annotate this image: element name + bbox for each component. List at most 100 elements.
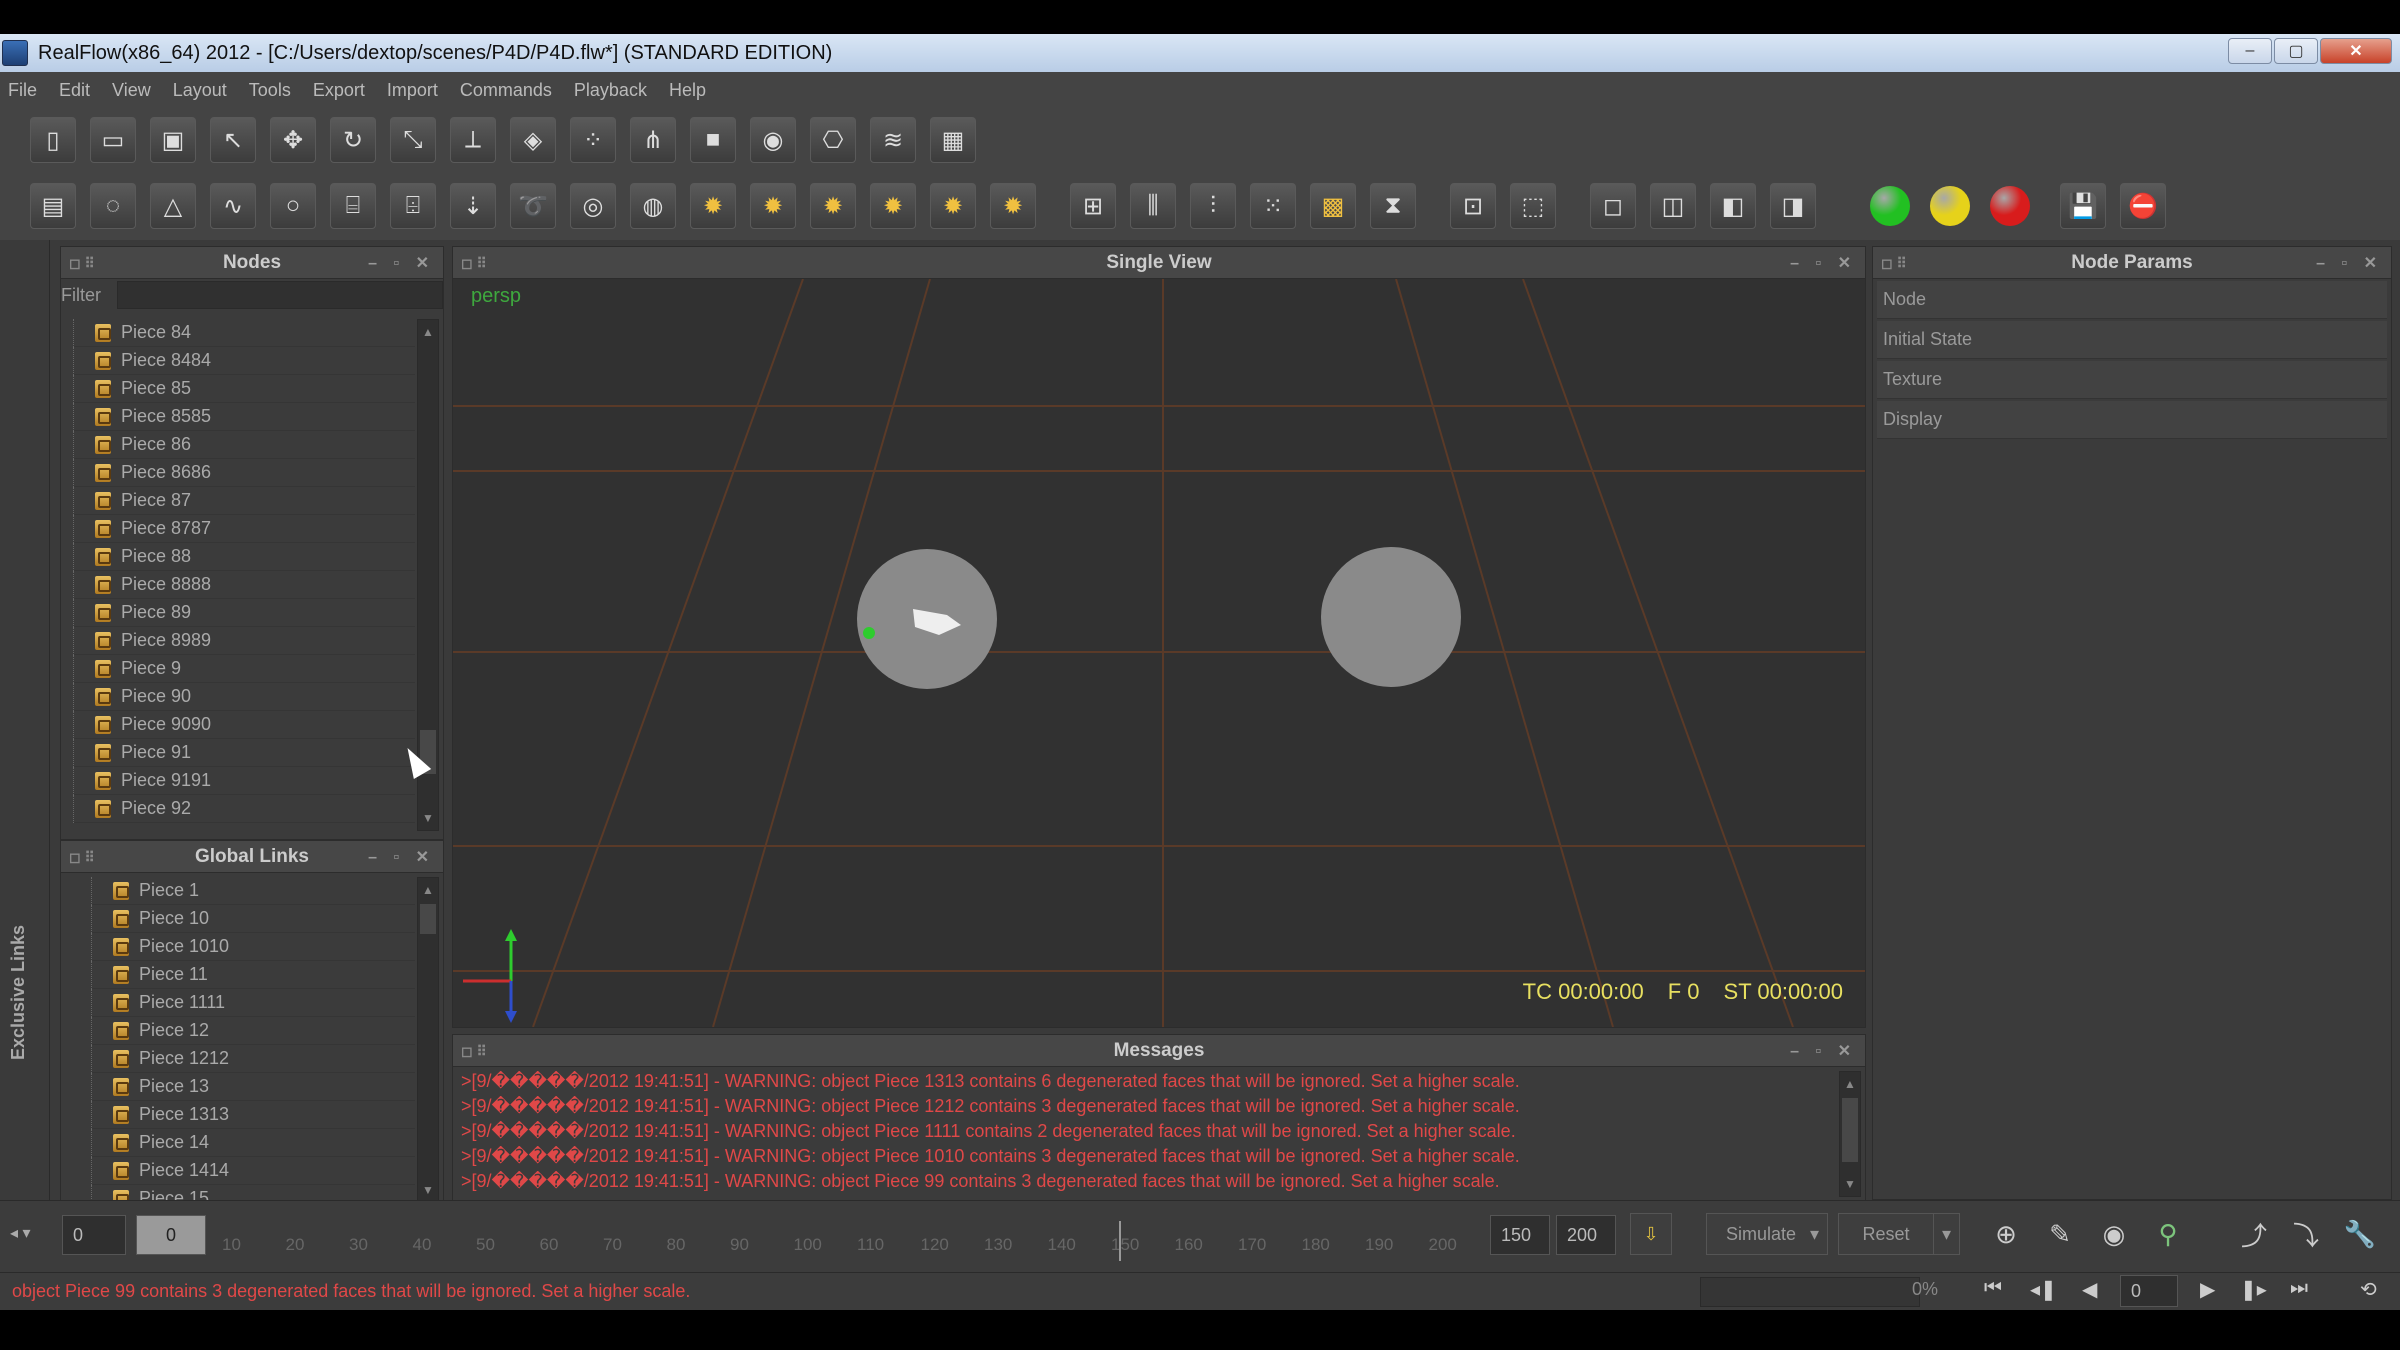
scroll-down-icon[interactable]: ▼	[418, 808, 438, 828]
list-item[interactable]: Piece 92	[73, 794, 415, 823]
list-item[interactable]: Piece 8484	[73, 346, 415, 375]
light-2-icon[interactable]: ✹	[750, 183, 796, 229]
panel-window-icons[interactable]: – ▫ ✕	[2316, 253, 2383, 273]
eye-icon[interactable]: ◉	[2094, 1213, 2134, 1255]
scale-icon[interactable]: ⤡	[390, 117, 436, 163]
save-cache-icon[interactable]: 💾	[2060, 183, 2106, 229]
step-forward-icon[interactable]: ❚▸	[2240, 1277, 2267, 1302]
wave-domain-icon[interactable]: ⫼	[1130, 183, 1176, 229]
light-6-icon[interactable]: ✹	[990, 183, 1036, 229]
panel-pin-icon[interactable]: ◻ ⠿	[69, 255, 95, 272]
object-cube-icon[interactable]: ■	[690, 117, 736, 163]
particles-icon[interactable]: ⁘	[570, 117, 616, 163]
timeline-ruler[interactable]: 10 20 30 40 50 60 70 80 90 100 110 120 130 140 150 160 1…	[220, 1213, 1480, 1261]
timeline-menu-icon[interactable]: ◂ ▾	[10, 1223, 31, 1243]
frame-icon[interactable]: ⊡	[1450, 183, 1496, 229]
emitter-circle-icon[interactable]: ◌	[90, 183, 136, 229]
section-initial-state[interactable]: Initial State	[1877, 321, 2387, 359]
sphere-object-right[interactable]	[1321, 547, 1461, 687]
list-item[interactable]: Piece 8888	[73, 570, 415, 599]
light-1-icon[interactable]: ✹	[690, 183, 736, 229]
simulate-green-light[interactable]	[1870, 186, 1910, 226]
menu-export[interactable]: Export	[313, 80, 365, 101]
panel-pin-icon[interactable]: ◻ ⠿	[1881, 255, 1907, 272]
list-item[interactable]: Piece 87	[73, 486, 415, 515]
list-item[interactable]: Piece 11	[91, 960, 415, 989]
list-item[interactable]: Piece 9	[73, 654, 415, 683]
dots-icon[interactable]: ⁙	[1250, 183, 1296, 229]
play-forward-icon[interactable]: ▶	[2200, 1277, 2215, 1302]
exclusive-links-strip[interactable]: Exclusive Links	[0, 240, 50, 1200]
menu-file[interactable]: File	[8, 80, 37, 101]
loop-icon[interactable]: ⟲	[2360, 1277, 2377, 1302]
save-scene-icon[interactable]: ▣	[150, 117, 196, 163]
new-scene-icon[interactable]: ▯	[30, 117, 76, 163]
menu-edit[interactable]: Edit	[59, 80, 90, 101]
wrench-icon[interactable]: 🔧	[2340, 1213, 2380, 1255]
menu-playback[interactable]: Playback	[574, 80, 647, 101]
list-item[interactable]: Piece 1111	[91, 988, 415, 1017]
section-display[interactable]: Display	[1877, 401, 2387, 439]
range-end-field-b[interactable]: 200	[1556, 1215, 1616, 1255]
key-icon[interactable]: ⇩	[1630, 1213, 1672, 1255]
wave-icon[interactable]: ≋	[870, 117, 916, 163]
sphere-emitter-icon[interactable]: ◉	[750, 117, 796, 163]
panel-window-icons[interactable]: – ▫ ✕	[368, 847, 435, 867]
scroll-up-icon[interactable]: ▲	[1840, 1074, 1860, 1094]
light-4-icon[interactable]: ✹	[870, 183, 916, 229]
playhead[interactable]	[1119, 1221, 1121, 1261]
simulate-red-light[interactable]	[1990, 186, 2030, 226]
list-item[interactable]: Piece 13	[91, 1072, 415, 1101]
3d-viewport[interactable]: persp TC 00:00:00 F 0 ST 00:00:00	[453, 279, 1865, 1027]
menu-tools[interactable]: Tools	[249, 80, 291, 101]
list-item[interactable]: Piece 91	[73, 738, 415, 767]
messages-scrollbar[interactable]: ▲ ▼	[1839, 1071, 1861, 1197]
view-persp-icon[interactable]: ◨	[1770, 183, 1816, 229]
panel-window-icons[interactable]: – ▫ ✕	[1790, 1041, 1857, 1061]
global-links-scrollbar[interactable]: ▲ ▼	[417, 877, 439, 1203]
list-item[interactable]: Piece 1313	[91, 1100, 415, 1129]
move-icon[interactable]: ✥	[270, 117, 316, 163]
menu-layout[interactable]: Layout	[173, 80, 227, 101]
mesher-icon[interactable]: ⊞	[1070, 183, 1116, 229]
list-item[interactable]: Piece 1414	[91, 1156, 415, 1185]
minimize-button[interactable]: –	[2228, 38, 2272, 64]
export-icon[interactable]: ⤴	[2234, 1213, 2274, 1255]
list-item[interactable]: Piece 84	[73, 319, 415, 347]
filter-input[interactable]	[117, 281, 443, 309]
constraint-icon[interactable]: ⋔	[630, 117, 676, 163]
emitter-square-icon[interactable]: ▤	[30, 183, 76, 229]
emitter-spline-icon[interactable]: ∿	[210, 183, 256, 229]
list-item[interactable]: Piece 90	[73, 682, 415, 711]
daemon-vortex-icon[interactable]: ➰	[510, 183, 556, 229]
start-frame-field[interactable]: 0	[62, 1215, 126, 1255]
mesh-icon[interactable]: ▦	[930, 117, 976, 163]
list-item[interactable]: Piece 8989	[73, 626, 415, 655]
list-item[interactable]: Piece 1	[91, 877, 415, 905]
list-item[interactable]: Piece 8585	[73, 402, 415, 431]
axis-icon[interactable]: ⟂	[450, 117, 496, 163]
scroll-up-icon[interactable]: ▲	[418, 880, 438, 900]
current-frame-field[interactable]: 0	[136, 1215, 206, 1255]
edit-icon[interactable]: ✎	[2040, 1213, 2080, 1255]
go-to-end-icon[interactable]: ⏭	[2290, 1277, 2308, 1300]
daemon-drag-icon[interactable]: ◍	[630, 183, 676, 229]
scroll-down-icon[interactable]: ▼	[418, 1180, 438, 1200]
light-3-icon[interactable]: ✹	[810, 183, 856, 229]
panel-window-icons[interactable]: – ▫ ✕	[368, 253, 435, 273]
go-to-start-icon[interactable]: ⏮	[1984, 1277, 2002, 1300]
list-item[interactable]: Piece 1010	[91, 932, 415, 961]
range-end-field-a[interactable]: 150	[1490, 1215, 1550, 1255]
list-item[interactable]: Piece 86	[73, 430, 415, 459]
section-node[interactable]: Node	[1877, 281, 2387, 319]
list-item[interactable]: Piece 8787	[73, 514, 415, 543]
menu-help[interactable]: Help	[669, 80, 706, 101]
emitter-triangle-icon[interactable]: △	[150, 183, 196, 229]
list-item[interactable]: Piece 10	[91, 904, 415, 933]
daemon-gravity-icon[interactable]: ⇣	[450, 183, 496, 229]
open-scene-icon[interactable]: ▭	[90, 117, 136, 163]
list-item[interactable]: Piece 9191	[73, 766, 415, 795]
view-side-icon[interactable]: ◫	[1650, 183, 1696, 229]
list-item[interactable]: Piece 9090	[73, 710, 415, 739]
layers-icon[interactable]: ◈	[510, 117, 556, 163]
